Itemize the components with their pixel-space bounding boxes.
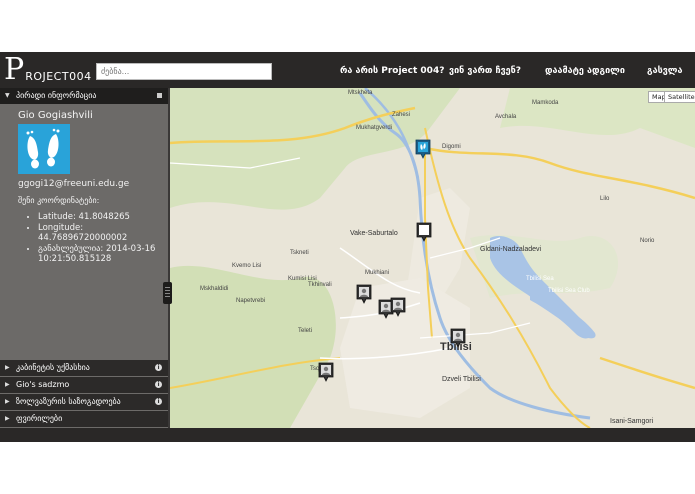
nav-add-place[interactable]: დაამატე ადგილი (545, 66, 625, 76)
footprints-icon (18, 124, 70, 174)
sidebar-resize-handle[interactable] (163, 282, 172, 304)
section-header-favorites[interactable]: ▶ ფვირილები (0, 411, 168, 427)
map-label: Dzveli Tbilisi (442, 376, 481, 383)
logo-text: ROJECT004 (25, 70, 92, 83)
updated-time: განახლებულია: 2014-03-16 10:21:50.815128 (38, 244, 166, 264)
coords-list: Latitude: 41.8048265 Longitude: 44.76896… (18, 212, 166, 265)
nav-logout[interactable]: გასვლა (647, 66, 682, 76)
section-label: ფვირილები (16, 414, 63, 423)
latitude: Latitude: 41.8048265 (38, 212, 166, 222)
map-label: Mtskheta (348, 90, 373, 96)
map-label: Kvemo Lisi (232, 263, 262, 269)
map-label: Mukhatgverdi (356, 125, 393, 131)
user-name: Gio Gogiashvili (18, 110, 93, 121)
personal-info-panel: Gio Gogiashvili ggogi12@freeuni.edu.ge შ… (0, 104, 168, 360)
person-marker[interactable] (318, 362, 334, 382)
nav-about[interactable]: რა არის Project 004? (340, 66, 444, 76)
map-view[interactable]: Mtskheta Zahesi Mukhatgverdi Digomi Avch… (170, 88, 695, 428)
map-label: Mskhaldidi (200, 286, 229, 292)
map-label: Teleti (298, 328, 313, 334)
map-label: Isani-Samgori (610, 418, 654, 425)
caret-right-icon: ▶ (5, 381, 10, 388)
section-header-personal-info[interactable]: ▼ პირადი ინფორმაცია (0, 88, 168, 104)
top-bar: P ROJECT004 რა არის Project 004? ვინ ვარ… (0, 52, 695, 88)
map-label: Lilo (600, 196, 610, 202)
info-icon[interactable]: i (155, 364, 162, 371)
map-label: Gldani-Nadzaladevi (480, 246, 542, 253)
map-label: Napetvrebi (236, 298, 266, 304)
map-label: Digomi (442, 144, 461, 150)
longitude: Longitude: 44.76896720000002 (38, 223, 166, 243)
logo-initial: P (4, 52, 25, 87)
nav-who-we-are[interactable]: ვინ ვართ ჩვენ? (449, 66, 521, 76)
section-label: Gio's sadzmo (16, 380, 70, 389)
caret-right-icon: ▶ (5, 364, 10, 371)
coords-title: შენი კოორდინატები: (18, 196, 100, 205)
map-tiles (170, 88, 695, 428)
section-header-cabinet[interactable]: ▶ კაბინეტის უქმასხია i (0, 360, 168, 376)
map-label: Tbilisi Sea Club (548, 288, 590, 294)
map-label: Mamkoda (532, 100, 559, 106)
info-icon[interactable]: i (155, 381, 162, 388)
map-label: Mukhiani (365, 270, 390, 276)
user-email: ggogi12@freeuni.edu.ge (18, 179, 130, 189)
search-input[interactable] (96, 63, 272, 80)
section-label: კაბინეტის უქმასხია (16, 363, 90, 372)
map-label: Vake-Saburtalo (350, 230, 398, 237)
person-marker[interactable] (356, 284, 372, 304)
map-label: Avchala (495, 114, 517, 120)
map-label: Tkhinvali (308, 282, 332, 288)
place-marker[interactable] (416, 222, 432, 242)
caret-right-icon: ▶ (5, 415, 10, 422)
caret-down-icon: ▼ (5, 92, 10, 99)
collapse-icon[interactable] (157, 93, 162, 98)
section-label: ზოლვაზურის საზოგადოება (16, 397, 121, 406)
map-label: Tbilisi Sea (526, 276, 554, 282)
section-header-society[interactable]: ▶ ზოლვაზურის საზოგადოება i (0, 394, 168, 410)
map-label: Tskneti (290, 250, 309, 256)
person-marker[interactable] (450, 328, 466, 348)
map-label: Zahesi (392, 112, 411, 118)
footer-bar (0, 428, 695, 442)
user-location-marker[interactable] (415, 139, 431, 159)
section-label: პირადი ინფორმაცია (16, 91, 97, 100)
map-type-satellite-button[interactable]: Satellite (664, 91, 695, 103)
info-icon[interactable]: i (155, 398, 162, 405)
map-label: Norio (640, 238, 655, 244)
app-window: P ROJECT004 რა არის Project 004? ვინ ვარ… (0, 52, 695, 442)
logo[interactable]: P ROJECT004 (4, 52, 92, 87)
person-marker[interactable] (390, 297, 406, 317)
section-header-gios-sadzmo[interactable]: ▶ Gio's sadzmo i (0, 377, 168, 393)
caret-right-icon: ▶ (5, 398, 10, 405)
sidebar: ▼ პირადი ინფორმაცია Gio Gogiashvili ggog… (0, 88, 168, 428)
